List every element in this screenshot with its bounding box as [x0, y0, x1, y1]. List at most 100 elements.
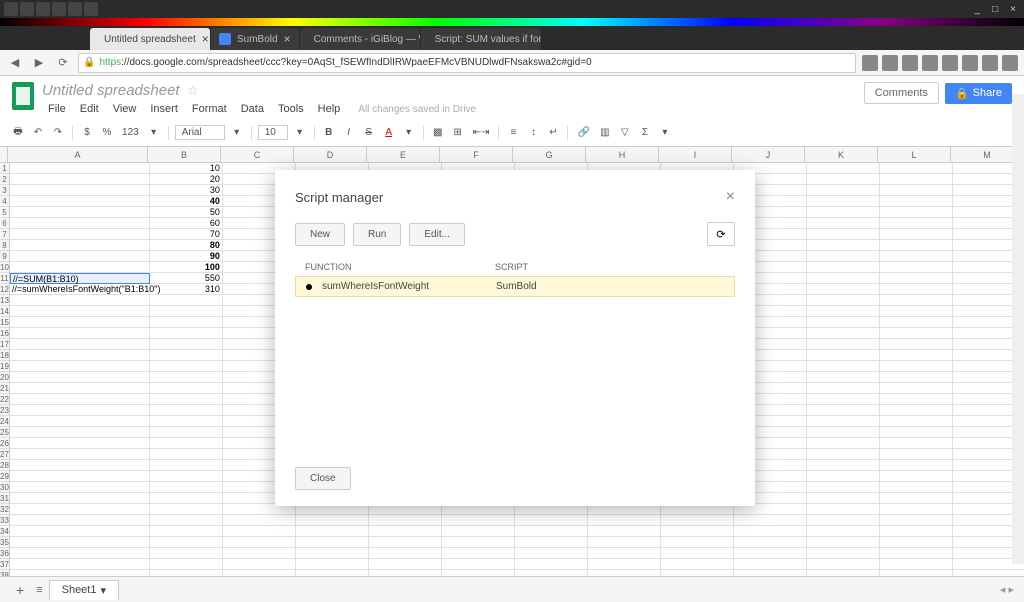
cell[interactable] [10, 185, 150, 196]
row-header[interactable]: 22 [0, 394, 9, 405]
row-header[interactable]: 15 [0, 317, 9, 328]
cell[interactable] [807, 163, 880, 174]
sheet-dropdown-icon[interactable]: ▾ [100, 584, 106, 597]
row-header[interactable]: 5 [0, 207, 9, 218]
cell[interactable] [807, 207, 880, 218]
tab-close-icon[interactable]: × [202, 32, 209, 46]
cell[interactable] [807, 438, 880, 449]
borders-icon[interactable]: ⊞ [450, 125, 466, 140]
cell[interactable] [369, 515, 442, 526]
cell[interactable] [10, 537, 150, 548]
column-header[interactable]: C [221, 147, 294, 162]
menu-edit[interactable]: Edit [74, 101, 105, 117]
cell[interactable] [880, 449, 953, 460]
cell[interactable] [880, 196, 953, 207]
cell[interactable] [880, 174, 953, 185]
cell[interactable] [150, 482, 223, 493]
cell[interactable] [442, 559, 515, 570]
cell[interactable]: 550 [150, 273, 223, 284]
ext-icon[interactable] [922, 55, 938, 71]
cell[interactable] [807, 273, 880, 284]
cell[interactable] [880, 328, 953, 339]
row-header[interactable]: 32 [0, 504, 9, 515]
cell[interactable] [880, 482, 953, 493]
number-format[interactable]: 123 [119, 125, 142, 140]
reload-button[interactable]: ⟳ [54, 54, 72, 72]
maximize-button[interactable]: □ [988, 4, 1002, 15]
cell[interactable]: 100 [150, 262, 223, 273]
row-header[interactable]: 29 [0, 471, 9, 482]
row-header[interactable]: 36 [0, 548, 9, 559]
cell[interactable] [807, 284, 880, 295]
row-header[interactable]: 37 [0, 559, 9, 570]
column-header[interactable]: D [294, 147, 367, 162]
cell[interactable] [10, 218, 150, 229]
cell[interactable] [10, 295, 150, 306]
cell[interactable] [880, 240, 953, 251]
tray-icon[interactable] [20, 2, 34, 16]
cell[interactable] [150, 427, 223, 438]
cell[interactable] [807, 185, 880, 196]
cell[interactable] [880, 460, 953, 471]
cell[interactable] [807, 240, 880, 251]
cell[interactable] [296, 526, 369, 537]
row-header[interactable]: 17 [0, 339, 9, 350]
cell[interactable] [10, 196, 150, 207]
cell[interactable] [807, 218, 880, 229]
cell[interactable] [807, 295, 880, 306]
cell[interactable] [369, 537, 442, 548]
cell[interactable] [10, 460, 150, 471]
row-header[interactable]: 28 [0, 460, 9, 471]
cell[interactable] [150, 537, 223, 548]
cell[interactable] [588, 526, 661, 537]
cell[interactable] [880, 471, 953, 482]
functions-icon[interactable]: Σ [637, 125, 653, 140]
cell[interactable] [10, 394, 150, 405]
cell[interactable]: //=SUM(B1:B10) [10, 273, 150, 284]
cell[interactable] [880, 394, 953, 405]
cell[interactable] [807, 372, 880, 383]
cell[interactable] [369, 526, 442, 537]
browser-tab[interactable]: SumBold × [211, 28, 299, 50]
cell[interactable] [807, 339, 880, 350]
menu-icon[interactable] [1002, 55, 1018, 71]
cell[interactable] [150, 438, 223, 449]
cell[interactable] [150, 504, 223, 515]
ext-icon[interactable] [962, 55, 978, 71]
cell[interactable] [661, 559, 734, 570]
row-header[interactable]: 13 [0, 295, 9, 306]
script-row[interactable]: sumWhereIsFontWeight SumBold [295, 276, 735, 297]
all-sheets-button[interactable]: ≡ [36, 584, 42, 596]
row-header[interactable]: 35 [0, 537, 9, 548]
ext-icon[interactable] [942, 55, 958, 71]
cell[interactable] [661, 526, 734, 537]
row-header[interactable]: 11 [0, 273, 9, 284]
add-sheet-button[interactable]: + [10, 582, 30, 598]
cell[interactable] [807, 361, 880, 372]
browser-tab[interactable]: Script: SUM values if font × [421, 28, 541, 50]
link-icon[interactable]: 🔗 [574, 125, 592, 140]
row-header[interactable]: 18 [0, 350, 9, 361]
cell[interactable] [10, 548, 150, 559]
cell[interactable] [150, 350, 223, 361]
cell[interactable] [515, 559, 588, 570]
cell[interactable] [880, 306, 953, 317]
cell[interactable] [880, 526, 953, 537]
cell[interactable] [442, 537, 515, 548]
cell[interactable] [880, 185, 953, 196]
cell[interactable] [150, 339, 223, 350]
forward-button[interactable]: ▶ [30, 54, 48, 72]
column-header[interactable]: G [513, 147, 586, 162]
halign-icon[interactable]: ≡ [505, 125, 521, 140]
close-button[interactable]: × [1006, 4, 1020, 15]
cell[interactable]: //=sumWhereIsFontWeight("B1:B10") [10, 284, 150, 295]
cell[interactable] [807, 405, 880, 416]
cell[interactable] [10, 383, 150, 394]
cell[interactable] [150, 449, 223, 460]
minimize-button[interactable]: _ [971, 4, 985, 15]
row-header[interactable]: 34 [0, 526, 9, 537]
menu-file[interactable]: File [42, 101, 72, 117]
cell[interactable] [807, 427, 880, 438]
cell[interactable] [10, 438, 150, 449]
browser-tab[interactable]: Comments - iGiBlog — W × [300, 28, 420, 50]
